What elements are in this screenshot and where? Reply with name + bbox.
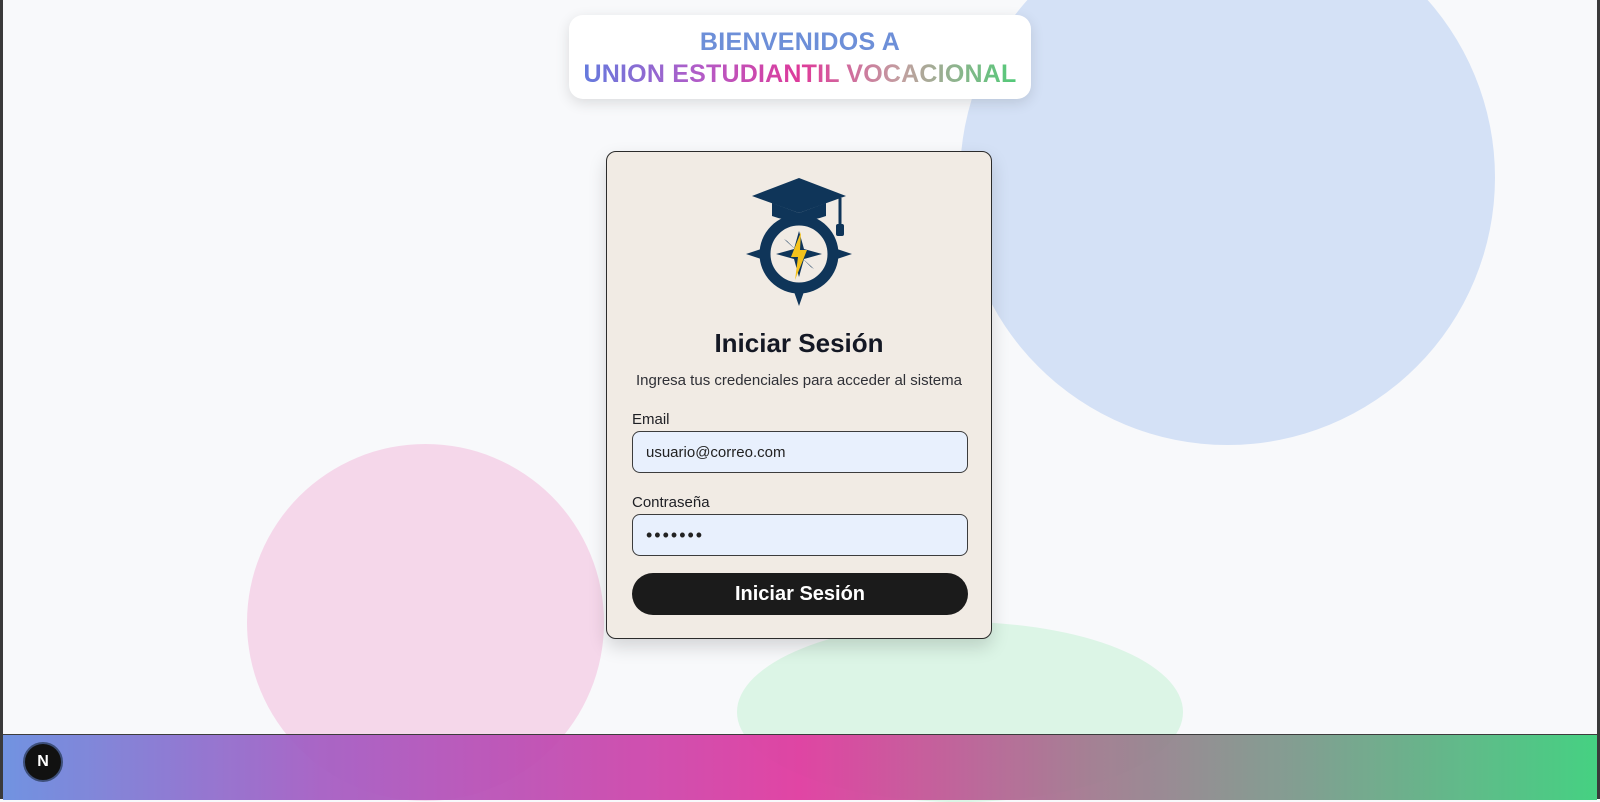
password-field[interactable] xyxy=(632,514,968,556)
window-border-left xyxy=(0,0,3,799)
decorative-blue-circle xyxy=(960,0,1495,445)
login-title: Iniciar Sesión xyxy=(714,328,884,358)
gradient-footer-bar xyxy=(3,734,1597,800)
email-label: Email xyxy=(632,411,670,428)
banner-welcome-text: BIENVENIDOS A xyxy=(699,28,901,56)
nextjs-icon[interactable]: N xyxy=(23,742,63,782)
login-submit-button[interactable]: Iniciar Sesión xyxy=(632,573,968,615)
graduation-cap-compass-icon xyxy=(746,178,852,306)
email-field[interactable] xyxy=(632,431,968,473)
login-card: Iniciar Sesión Ingresa tus credenciales … xyxy=(606,151,992,639)
login-subtitle: Ingresa tus credenciales para acceder al… xyxy=(635,372,962,389)
welcome-banner: BIENVENIDOS A UNION ESTUDIANTIL VOCACION… xyxy=(569,15,1031,99)
password-label: Contraseña xyxy=(632,494,710,511)
banner-organization-name: UNION ESTUDIANTIL VOCACIONAL xyxy=(569,58,1031,90)
